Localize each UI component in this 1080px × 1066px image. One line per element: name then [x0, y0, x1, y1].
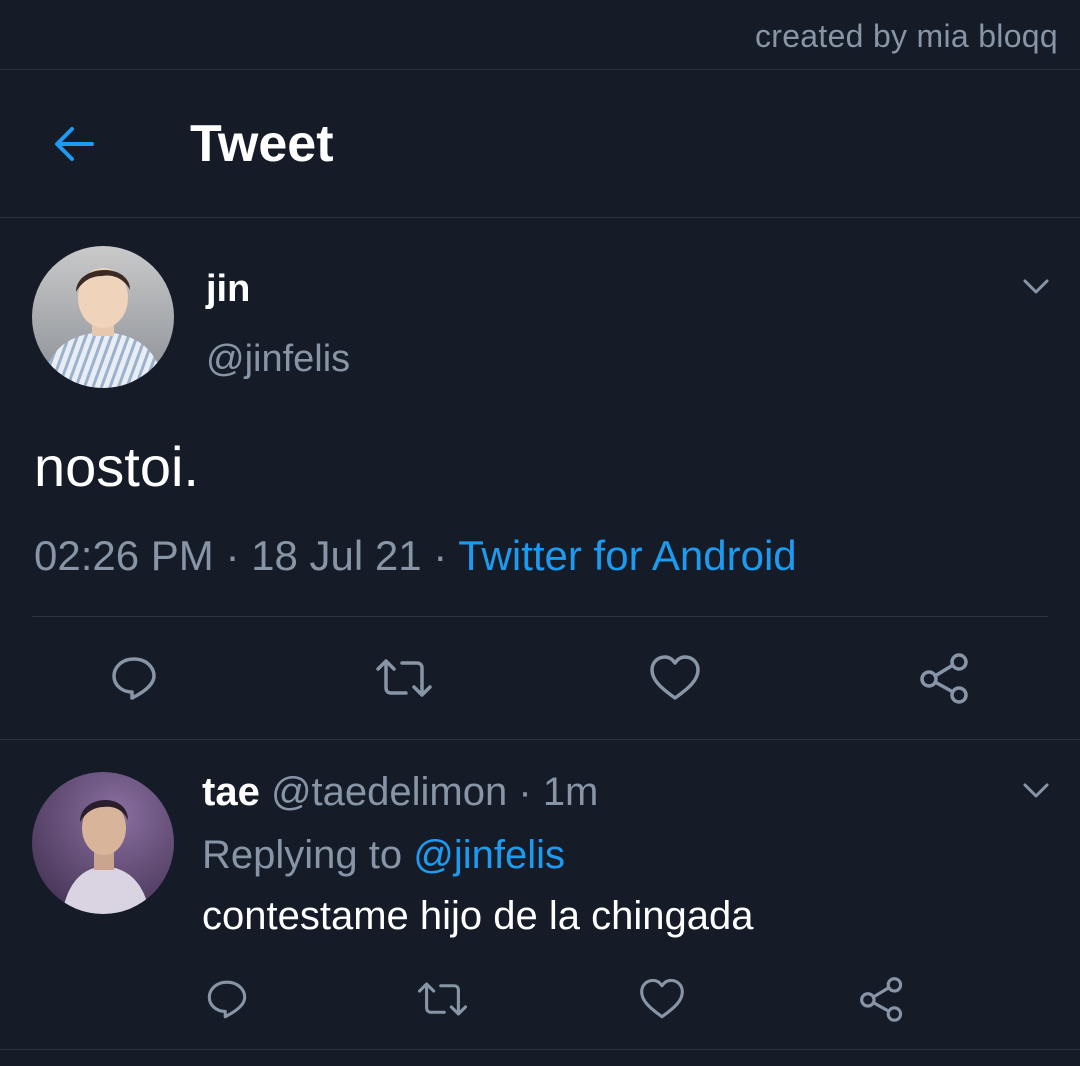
meta-separator: · — [225, 532, 240, 579]
reply-author-name[interactable]: tae — [202, 770, 260, 814]
author-name[interactable]: jin — [206, 268, 250, 311]
reply-like-button[interactable] — [638, 976, 686, 1022]
reply-author-handle[interactable]: @taedelimon — [271, 770, 507, 814]
share-icon — [860, 977, 903, 1022]
replying-to: Replying to @jinfelis — [202, 833, 565, 878]
tweet-time: 02:26 PM — [34, 532, 214, 579]
back-button[interactable] — [48, 118, 100, 170]
reply-icon — [207, 980, 247, 1019]
section-divider — [0, 739, 1080, 740]
reply-reply-button[interactable] — [204, 976, 250, 1022]
reply-retweet-button[interactable] — [416, 976, 469, 1022]
retweet-icon — [376, 659, 432, 697]
watermark-text: created by mia bloqq — [754, 18, 1058, 54]
reply-header: tae @taedelimon · 1m — [202, 770, 598, 815]
like-icon — [650, 655, 700, 700]
reply-more-options-button[interactable] — [1020, 774, 1052, 806]
replying-to-handle[interactable]: @jinfelis — [413, 833, 565, 877]
arrow-left-icon — [55, 127, 94, 161]
reply-text: contestame hijo de la chingada — [202, 894, 754, 938]
meta-separator: · — [433, 532, 448, 579]
reply-button[interactable] — [108, 652, 160, 704]
share-icon — [920, 653, 968, 704]
reply-timestamp: 1m — [542, 770, 599, 814]
chevron-down-icon — [1023, 783, 1049, 798]
avatar[interactable] — [32, 246, 174, 388]
meta-separator: · — [518, 770, 532, 814]
top-divider — [0, 69, 1080, 70]
share-button[interactable] — [918, 652, 972, 704]
like-icon — [640, 978, 684, 1019]
page-title: Tweet — [190, 115, 334, 173]
tweet-meta: 02:26 PM · 18 Jul 21 · Twitter for Andro… — [34, 532, 797, 580]
tweet-date: 18 Jul 21 — [251, 532, 422, 579]
tweet-source-link[interactable]: Twitter for Android — [458, 532, 796, 579]
chevron-down-icon — [1023, 279, 1049, 294]
tweet-text: nostoi. — [34, 435, 199, 498]
retweet-button[interactable] — [374, 652, 434, 704]
like-button[interactable] — [648, 652, 702, 704]
bottom-divider — [0, 1049, 1080, 1050]
replying-to-label: Replying to — [202, 833, 403, 877]
retweet-icon — [417, 982, 468, 1016]
reply-avatar[interactable] — [32, 772, 174, 914]
header-divider — [0, 217, 1080, 218]
more-options-button[interactable] — [1020, 270, 1052, 302]
tweet-divider — [32, 616, 1048, 617]
reply-share-button[interactable] — [858, 976, 906, 1022]
reply-icon — [112, 657, 156, 700]
author-handle[interactable]: @jinfelis — [206, 338, 350, 381]
